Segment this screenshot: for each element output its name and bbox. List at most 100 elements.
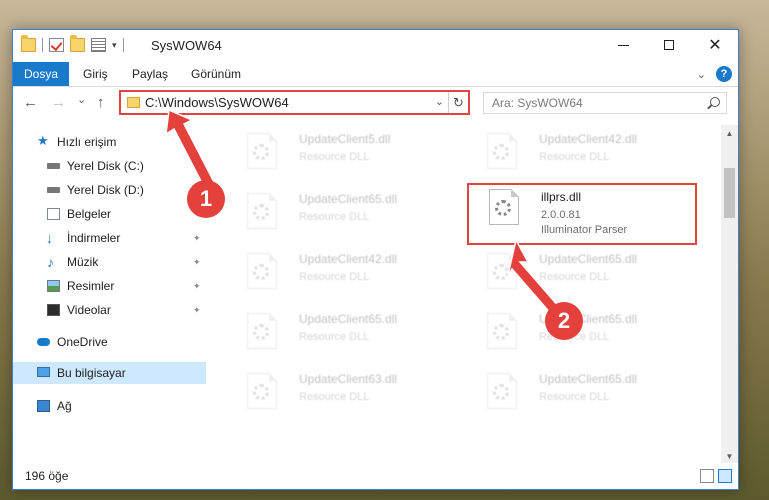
expand-ribbon-icon[interactable]: ⌄: [697, 68, 706, 81]
sidebar-item-disk-c[interactable]: Yerel Disk (C:): [13, 155, 206, 177]
dll-file-icon: [487, 373, 517, 409]
disk-icon: [47, 187, 60, 193]
sidebar-item-videos[interactable]: Videolar ✦: [13, 299, 206, 321]
sidebar-item-music[interactable]: ♪ Müzik ✦: [13, 251, 206, 273]
sidebar-item-label: Yerel Disk (C:): [67, 159, 144, 173]
file-description: Resource DLL: [299, 331, 370, 343]
minimize-button[interactable]: [600, 30, 646, 60]
file-name: illprs.dll: [541, 190, 582, 204]
back-arrow-icon[interactable]: ←: [23, 94, 38, 111]
star-icon: ★: [37, 133, 49, 148]
file-description: Illuminator Parser: [541, 224, 628, 236]
file-tile[interactable]: UpdateClient42.dll Resource DLL: [227, 247, 459, 301]
properties-check-icon[interactable]: [49, 38, 64, 52]
minimize-icon: [617, 44, 629, 46]
dll-file-icon: [247, 313, 277, 349]
help-icon[interactable]: ?: [716, 66, 732, 82]
file-name: UpdateClient42.dll: [299, 252, 398, 266]
sidebar-item-label: İndirmeler: [67, 231, 121, 245]
tab-view[interactable]: Görünüm: [179, 62, 253, 86]
music-icon: ♪: [47, 254, 54, 270]
forward-arrow-icon[interactable]: →: [51, 94, 66, 111]
step-1-badge: 1: [187, 180, 225, 218]
sidebar-item-label: Bu bilgisayar: [57, 366, 126, 380]
network-icon: [37, 400, 50, 412]
scroll-up-icon[interactable]: ▲: [721, 125, 738, 142]
window-controls: ✕: [600, 30, 738, 60]
file-name: UpdateClient5.dll: [299, 132, 391, 146]
details-view-icon[interactable]: [700, 469, 714, 483]
quick-access-toolbar: ▾: [21, 35, 124, 52]
sidebar-item-this-pc[interactable]: Bu bilgisayar: [13, 362, 206, 384]
customize-dropdown-icon[interactable]: ▾: [112, 40, 117, 51]
file-description: Resource DLL: [539, 271, 610, 283]
file-description: Resource DLL: [539, 391, 610, 403]
pin-icon[interactable]: ✦: [193, 227, 201, 249]
tab-share[interactable]: Paylaş: [120, 62, 180, 86]
pin-icon[interactable]: ✦: [193, 275, 201, 297]
search-icon[interactable]: [710, 97, 720, 107]
file-description: Resource DLL: [299, 211, 370, 223]
sidebar-item-onedrive[interactable]: OneDrive: [13, 331, 206, 353]
file-description: Resource DLL: [299, 391, 370, 403]
sidebar-item-label: Hızlı erişim: [57, 135, 117, 149]
gear-icon: [493, 264, 509, 280]
vertical-scrollbar[interactable]: ▲ ▼: [721, 125, 738, 465]
folder-icon[interactable]: [21, 35, 36, 52]
gear-icon: [253, 264, 269, 280]
file-tile[interactable]: UpdateClient65.dll Resource DLL: [227, 187, 459, 241]
tiles-view-icon[interactable]: [718, 469, 732, 483]
file-tile[interactable]: UpdateClient65.dll Resource DLL: [467, 367, 699, 421]
file-explorer-window: ▾ SysWOW64 ✕ Dosya Giriş Paylaş Görünüm …: [12, 29, 739, 490]
document-icon: [47, 208, 60, 220]
up-arrow-icon[interactable]: ↑: [97, 94, 105, 111]
sidebar-item-label: Yerel Disk (D:): [67, 183, 144, 197]
pin-icon[interactable]: ✦: [193, 251, 201, 273]
sidebar-item-disk-d[interactable]: Yerel Disk (D:): [13, 179, 206, 201]
file-tile-illprs[interactable]: illprs.dll 2.0.0.81 Illuminator Parser: [467, 183, 697, 245]
sidebar-item-label: Belgeler: [67, 207, 112, 221]
dll-file-icon: [487, 253, 517, 289]
view-icon[interactable]: [91, 38, 106, 52]
sidebar-item-network[interactable]: Ağ: [13, 395, 206, 417]
search-placeholder: Ara: SysWOW64: [492, 96, 583, 110]
sidebar-item-quick-access[interactable]: ★ Hızlı erişim: [13, 131, 206, 153]
refresh-icon[interactable]: ↻: [448, 92, 468, 113]
tab-home[interactable]: Giriş: [71, 62, 120, 86]
sidebar-item-documents[interactable]: Belgeler ✦: [13, 203, 206, 225]
gear-icon: [253, 384, 269, 400]
search-input[interactable]: Ara: SysWOW64: [483, 92, 727, 114]
file-tile[interactable]: UpdateClient65.dll Resource DLL: [467, 247, 699, 301]
recent-locations-icon[interactable]: ⌄: [77, 93, 86, 106]
sidebar-item-label: Resimler: [67, 279, 115, 293]
ribbon-right-controls: ⌄ ?: [697, 66, 732, 82]
navigation-pane: ★ Hızlı erişim Yerel Disk (C:) Yerel Dis…: [13, 125, 206, 455]
file-list: UpdateClient5.dll Resource DLL UpdateCli…: [207, 125, 722, 455]
file-tile[interactable]: UpdateClient65.dll Resource DLL: [227, 307, 459, 361]
toolbar-separator: [42, 38, 43, 52]
file-tile[interactable]: UpdateClient65.dll Resource DLL: [467, 307, 699, 361]
dll-file-icon: [247, 193, 277, 229]
dll-file-icon: [489, 189, 519, 225]
file-tile[interactable]: UpdateClient5.dll Resource DLL: [227, 127, 459, 181]
sidebar-item-pictures[interactable]: Resimler ✦: [13, 275, 206, 297]
address-dropdown-icon[interactable]: ⌄: [435, 95, 444, 108]
scrollbar-thumb[interactable]: [724, 168, 735, 218]
address-bar[interactable]: C:\Windows\SysWOW64 ⌄ ↻: [119, 90, 470, 115]
sidebar-item-label: OneDrive: [57, 335, 108, 349]
close-button[interactable]: ✕: [692, 30, 738, 60]
address-path[interactable]: C:\Windows\SysWOW64: [145, 95, 289, 110]
step-2-badge: 2: [545, 302, 583, 340]
maximize-button[interactable]: [646, 30, 692, 60]
folder-icon: [127, 97, 140, 108]
new-folder-icon[interactable]: [70, 35, 85, 52]
pin-icon[interactable]: ✦: [193, 299, 201, 321]
tab-file[interactable]: Dosya: [13, 62, 69, 86]
file-name: UpdateClient65.dll: [299, 192, 398, 206]
file-tile[interactable]: UpdateClient63.dll Resource DLL: [227, 367, 459, 421]
gear-icon: [493, 324, 509, 340]
sidebar-item-downloads[interactable]: ↓ İndirmeler ✦: [13, 227, 206, 249]
toolbar-separator: [122, 38, 124, 52]
file-description: Resource DLL: [299, 151, 370, 163]
file-tile[interactable]: UpdateClient42.dll Resource DLL: [467, 127, 699, 181]
